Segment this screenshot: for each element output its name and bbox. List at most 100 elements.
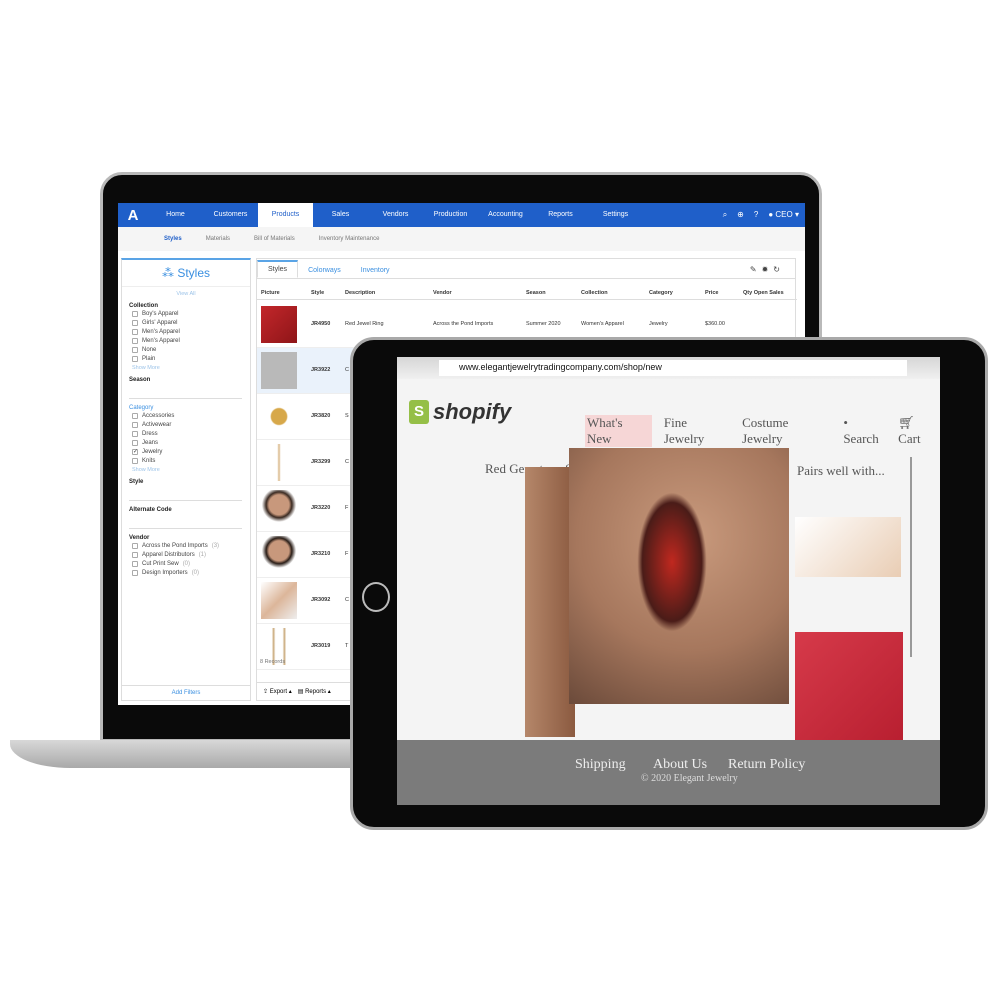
checkbox[interactable]: ✓ bbox=[132, 449, 138, 455]
add-filters-button[interactable]: Add Filters bbox=[122, 685, 250, 700]
filter-option[interactable]: Accessories bbox=[132, 413, 250, 419]
column-header[interactable]: Category bbox=[649, 290, 673, 296]
cell-style: JR3820 bbox=[311, 413, 331, 419]
ring-image[interactable] bbox=[795, 517, 901, 577]
nav-cart[interactable]: 🛒︎ Cart bbox=[898, 415, 940, 447]
filter-option[interactable]: Boy's Apparel bbox=[132, 311, 250, 317]
column-header[interactable]: Picture bbox=[261, 290, 280, 296]
checkbox[interactable] bbox=[132, 356, 138, 362]
show-more-collection[interactable]: Show More bbox=[132, 365, 250, 371]
subnav-styles[interactable]: Styles bbox=[164, 236, 182, 242]
filter-option[interactable]: Knits bbox=[132, 458, 250, 464]
filter-option[interactable]: Apparel Distributors (1) bbox=[132, 552, 250, 558]
category-label[interactable]: Category bbox=[129, 405, 243, 411]
tablet-home-button[interactable] bbox=[362, 582, 390, 612]
alternate-code-label[interactable]: Alternate Code bbox=[129, 507, 243, 513]
filter-option[interactable]: None bbox=[132, 347, 250, 353]
checkbox[interactable] bbox=[132, 413, 138, 419]
filter-option[interactable]: Activewear bbox=[132, 422, 250, 428]
nav-sales[interactable]: Sales bbox=[313, 203, 368, 227]
nav-settings[interactable]: Settings bbox=[588, 203, 643, 227]
style-label[interactable]: Style bbox=[129, 479, 243, 485]
export-button[interactable]: ⇪ Export ▴ bbox=[263, 688, 292, 695]
filter-count: (3) bbox=[211, 543, 220, 549]
nav-reports[interactable]: Reports bbox=[533, 203, 588, 227]
url-field[interactable]: www.elegantjewelrytradingcompany.com/sho… bbox=[439, 360, 907, 376]
cell-collection: Women's Apparel bbox=[581, 321, 624, 327]
filter-option[interactable]: Design Importers (0) bbox=[132, 570, 250, 576]
checkbox[interactable] bbox=[132, 570, 138, 576]
filter-option[interactable]: Jeans bbox=[132, 440, 250, 446]
cell-description: C bbox=[345, 459, 349, 465]
show-more-category[interactable]: Show More bbox=[132, 467, 250, 473]
nav-home[interactable]: Home bbox=[148, 203, 203, 227]
vendor-label[interactable]: Vendor bbox=[129, 535, 243, 541]
column-header[interactable]: Season bbox=[526, 290, 546, 296]
nav-customers[interactable]: Customers bbox=[203, 203, 258, 227]
footer-return-policy[interactable]: Return Policy bbox=[728, 757, 805, 773]
nav-costume-jewelry[interactable]: Costume Jewelry bbox=[742, 415, 831, 447]
checkbox[interactable] bbox=[132, 440, 138, 446]
tab-styles[interactable]: Styles bbox=[257, 260, 299, 278]
tab-inventory[interactable]: Inventory bbox=[351, 263, 400, 278]
subnav-inventory-maintenance[interactable]: Inventory Maintenance bbox=[319, 236, 380, 242]
sidebar-title: ⁂ Styles bbox=[122, 260, 250, 287]
refresh-icon[interactable]: ↻ bbox=[773, 265, 785, 274]
checkbox[interactable] bbox=[132, 338, 138, 344]
checkbox[interactable] bbox=[132, 329, 138, 335]
column-header[interactable]: Qty Open Sales bbox=[743, 290, 784, 296]
footer-about[interactable]: About Us bbox=[653, 757, 707, 773]
user-menu[interactable]: ● CEO ▾ bbox=[768, 210, 799, 220]
checkbox[interactable] bbox=[132, 458, 138, 464]
season-label[interactable]: Season bbox=[129, 377, 243, 383]
globe-icon[interactable]: ⊕ bbox=[737, 210, 744, 220]
checkbox[interactable] bbox=[132, 422, 138, 428]
help-icon[interactable]: ? bbox=[754, 210, 758, 220]
nav-fine-jewelry[interactable]: Fine Jewelry bbox=[664, 415, 730, 447]
cell-description: Red Jewel Ring bbox=[345, 321, 384, 327]
checkbox[interactable] bbox=[132, 561, 138, 567]
filter-option[interactable]: Across the Pond Imports (3) bbox=[132, 543, 250, 549]
column-header[interactable]: Style bbox=[311, 290, 324, 296]
column-header[interactable]: Vendor bbox=[433, 290, 452, 296]
filter-option[interactable]: Plain bbox=[132, 356, 250, 362]
column-header[interactable]: Price bbox=[705, 290, 718, 296]
gear-icon[interactable]: ✹ bbox=[762, 265, 774, 274]
filter-option[interactable]: Dress bbox=[132, 431, 250, 437]
product-thumbnail bbox=[261, 490, 297, 527]
column-header[interactable]: Description bbox=[345, 290, 375, 296]
app-logo[interactable]: A bbox=[118, 207, 148, 224]
reports-button[interactable]: ▤ Reports ▴ bbox=[298, 688, 331, 695]
shopify-logo[interactable]: S shopify bbox=[409, 399, 511, 425]
subnav-materials[interactable]: Materials bbox=[206, 236, 230, 242]
checkbox[interactable] bbox=[132, 431, 138, 437]
scrollbar[interactable] bbox=[910, 457, 912, 657]
search-icon[interactable]: ⌕ bbox=[723, 210, 727, 220]
nav-accounting[interactable]: Accounting bbox=[478, 203, 533, 227]
filter-option[interactable]: Men's Apparel bbox=[132, 329, 250, 335]
nav-search[interactable]: • Search bbox=[843, 415, 886, 447]
checkbox[interactable] bbox=[132, 311, 138, 317]
checkbox[interactable] bbox=[132, 320, 138, 326]
tab-colorways[interactable]: Colorways bbox=[298, 263, 351, 278]
nav-whats-new[interactable]: What's New bbox=[585, 415, 652, 447]
filter-option[interactable]: Girls' Apparel bbox=[132, 320, 250, 326]
nav-production[interactable]: Production bbox=[423, 203, 478, 227]
filter-option[interactable]: Cut Print Sew (0) bbox=[132, 561, 250, 567]
pairs-well-label: Pairs well with... bbox=[797, 463, 885, 478]
sub-nav: Styles Materials Bill of Materials Inven… bbox=[118, 227, 805, 251]
checkbox[interactable] bbox=[132, 552, 138, 558]
column-header[interactable]: Collection bbox=[581, 290, 608, 296]
filter-option[interactable]: Men's Apparel bbox=[132, 338, 250, 344]
magic-wand-icon[interactable]: ✎ bbox=[750, 265, 762, 274]
checkbox[interactable] bbox=[132, 543, 138, 549]
nav-products[interactable]: Products bbox=[258, 203, 313, 227]
footer-shipping[interactable]: Shipping bbox=[575, 757, 626, 773]
ring-red-image[interactable] bbox=[795, 632, 903, 742]
view-all-link[interactable]: View All bbox=[122, 291, 250, 297]
subnav-bom[interactable]: Bill of Materials bbox=[254, 236, 295, 242]
product-thumbnail bbox=[261, 536, 297, 573]
checkbox[interactable] bbox=[132, 347, 138, 353]
filter-option[interactable]: ✓ Jewelry bbox=[132, 449, 250, 455]
nav-vendors[interactable]: Vendors bbox=[368, 203, 423, 227]
